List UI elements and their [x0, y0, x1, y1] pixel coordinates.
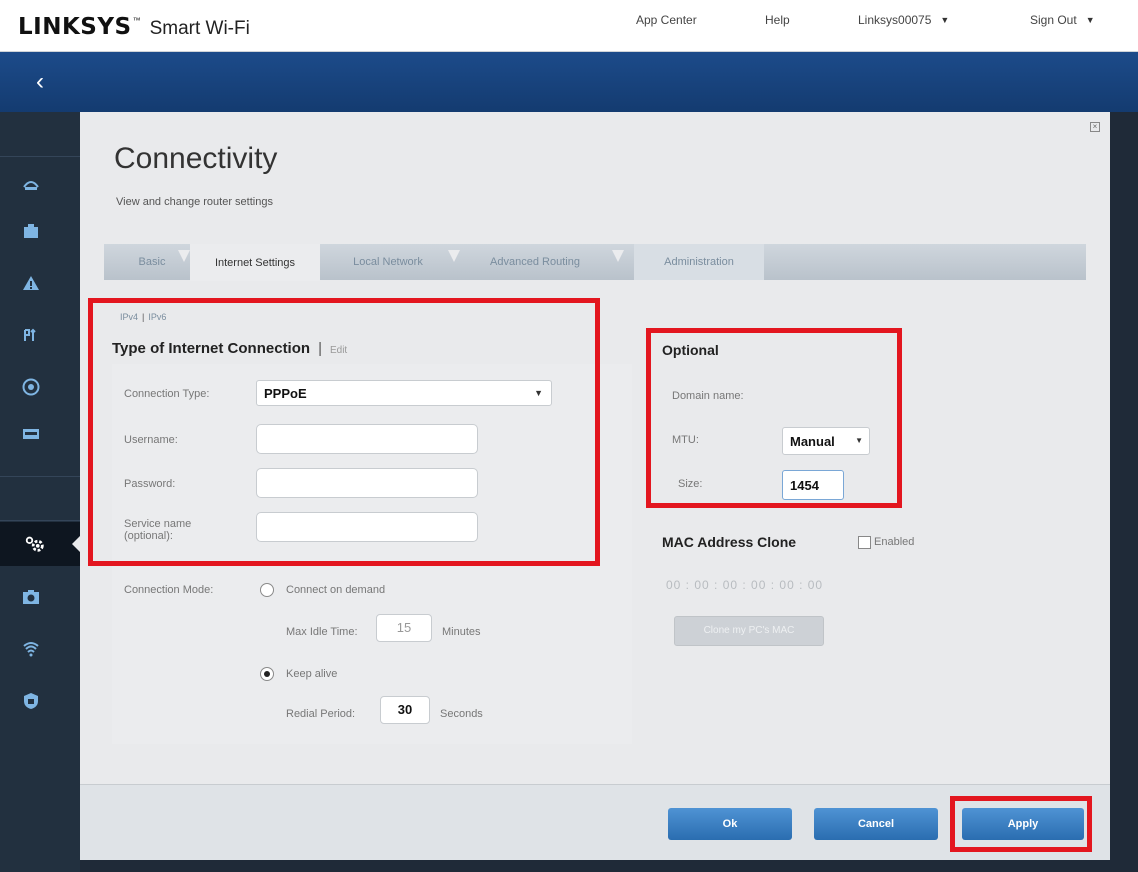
clone-pc-mac-button[interactable]: Clone my PC's MAC [674, 616, 824, 646]
close-icon[interactable]: × [1090, 122, 1100, 132]
mac-clone-enabled-label: Enabled [874, 536, 915, 548]
sidebar-divider [0, 476, 80, 477]
mac-clone-heading: MAC Address Clone [662, 534, 797, 550]
highlight-box-connection-type [88, 298, 600, 566]
tab-administration[interactable]: Administration [634, 244, 764, 280]
brand-subtitle: Smart Wi-Fi [149, 18, 250, 39]
connectivity-panel: × Connectivity View and change router se… [80, 112, 1110, 860]
redial-period-label: Redial Period: [286, 708, 356, 720]
brand-trademark: ™ [132, 16, 141, 25]
tab-separator [612, 250, 624, 262]
keep-alive-radio[interactable] [260, 667, 274, 681]
nav-app-center-label: App Center [636, 13, 697, 27]
speed-test-icon[interactable] [20, 324, 42, 346]
page-title: Connectivity [114, 142, 278, 175]
nav-router-menu[interactable]: Linksys00075 ▼ [858, 13, 949, 27]
nav-app-center[interactable]: App Center [636, 13, 697, 27]
nav-help-label: Help [765, 13, 790, 27]
nav-help[interactable]: Help [765, 13, 790, 27]
highlight-box-optional [646, 328, 902, 508]
linksys-logo[interactable]: LINKSYS ™ Smart Wi-Fi [18, 14, 250, 40]
connect-on-demand-label: Connect on demand [286, 584, 386, 596]
redial-period-input[interactable]: 30 [380, 696, 430, 724]
chevron-down-icon: ▼ [1085, 15, 1095, 25]
network-map-icon[interactable] [20, 174, 42, 196]
tab-advanced-routing[interactable]: Advanced Routing [460, 244, 610, 280]
seconds-label: Seconds [440, 708, 483, 720]
mac-address-field[interactable]: 00 : 00 : 00 : 00 : 00 : 00 [666, 578, 823, 592]
sidebar-divider [0, 520, 80, 521]
highlight-box-apply [950, 796, 1092, 852]
page-subtitle: View and change router settings [116, 196, 273, 208]
top-header: LINKSYS ™ Smart Wi-Fi App Center Help Li… [0, 0, 1138, 52]
parental-control-icon[interactable] [20, 376, 42, 398]
cancel-button[interactable]: Cancel [814, 808, 938, 840]
mac-clone-enabled-checkbox[interactable] [858, 536, 871, 549]
minutes-label: Minutes [442, 626, 481, 638]
router-icon[interactable] [20, 220, 42, 242]
left-sidebar [0, 112, 80, 872]
max-idle-time-input[interactable]: 15 [376, 614, 432, 642]
brand-name: LINKSYS [18, 14, 132, 40]
tab-internet-settings[interactable]: Internet Settings [190, 244, 320, 281]
connection-mode-label: Connection Mode: [124, 584, 214, 596]
device-list-icon[interactable] [20, 424, 42, 446]
security-shield-icon[interactable] [20, 690, 42, 712]
tab-separator [448, 250, 460, 262]
alert-icon[interactable] [20, 272, 42, 294]
gear-icon [24, 533, 46, 555]
back-button[interactable]: ‹ [0, 52, 80, 112]
nav-sign-out[interactable]: Sign Out ▼ [1030, 13, 1095, 27]
settings-tabs: Basic Internet Settings Local Network Ad… [104, 244, 1086, 281]
tab-local-network[interactable]: Local Network [330, 244, 446, 280]
camera-icon[interactable] [20, 586, 42, 608]
nav-router-label: Linksys00075 [858, 13, 932, 27]
connect-on-demand-radio[interactable] [260, 583, 274, 597]
keep-alive-label: Keep alive [286, 668, 338, 680]
tab-separator [178, 250, 190, 262]
blue-banner [0, 52, 1138, 112]
max-idle-time-label: Max Idle Time: [286, 626, 358, 638]
ok-button[interactable]: Ok [668, 808, 792, 840]
sidebar-item-settings-active[interactable] [0, 522, 80, 566]
nav-sign-out-label: Sign Out [1030, 13, 1077, 27]
wifi-icon[interactable] [20, 638, 42, 660]
chevron-down-icon: ▼ [940, 15, 950, 25]
active-indicator [72, 536, 80, 552]
sidebar-divider [0, 156, 80, 157]
tab-basic[interactable]: Basic [122, 244, 182, 280]
